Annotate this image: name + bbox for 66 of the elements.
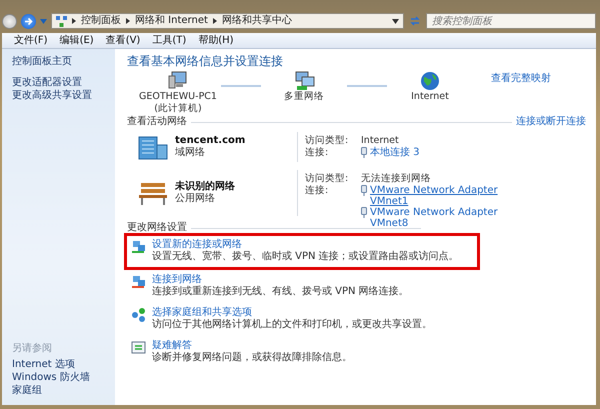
section-title: 更改网络设置 <box>127 222 187 234</box>
breadcrumb-item[interactable]: 网络和共享中心 <box>222 15 292 27</box>
node-label: 多重网络 <box>284 91 324 103</box>
breadcrumb-item[interactable]: 网络和 Internet <box>135 15 208 27</box>
task-description: 连接到或重新连接到无线、有线、拨号或 VPN 网络连接。 <box>152 286 409 298</box>
map-link[interactable]: 查看完整映射 <box>491 73 551 85</box>
menu-item[interactable]: 查看(V) <box>100 34 146 46</box>
adapter-icon <box>361 207 367 218</box>
sidebar-link[interactable]: 家庭组 <box>12 384 115 397</box>
field-value: 无法连接到网络 <box>361 173 432 185</box>
sidebar-link[interactable]: Internet 选项 <box>12 358 115 371</box>
field-label: 访问类型: <box>305 135 350 147</box>
node-label: Internet <box>411 91 449 103</box>
field-label: 连接: <box>305 185 330 198</box>
chevron-icon <box>126 18 130 24</box>
page-title: 查看基本网络信息并设置连接 <box>127 54 283 69</box>
forward-button[interactable] <box>21 14 36 28</box>
address-bar[interactable]: 控制面板 网络和 Internet 网络和共享中心 <box>51 13 404 29</box>
section-title: 查看活动网络 <box>127 116 187 128</box>
task-description: 设置无线、宽带、拨号、临时或 VPN 连接；或设置路由器或访问点。 <box>152 251 459 263</box>
network-nodes-icon <box>131 307 146 322</box>
building-icon <box>137 134 169 160</box>
field-value: Internet <box>361 135 400 146</box>
field-label: 连接: <box>305 147 330 159</box>
menu-item[interactable]: 文件(F) <box>8 34 54 46</box>
computer-icon <box>167 71 189 91</box>
network-icon <box>56 16 67 26</box>
sidebar-link[interactable]: 更改高级共享设置 <box>12 89 115 102</box>
network-type: 公用网络 <box>175 193 216 205</box>
menu-item[interactable]: 工具(T) <box>146 34 192 46</box>
section-title: 另请参阅 <box>12 343 53 355</box>
network-icon <box>131 239 146 254</box>
connect-link[interactable]: 连接或断开连接 <box>516 116 586 128</box>
connection-link[interactable]: VMware Network Adapter VMnet8 <box>370 207 520 229</box>
bench-icon <box>137 180 169 206</box>
task-link[interactable]: 连接到网络 <box>152 274 409 286</box>
task-link[interactable]: 疑难解答 <box>152 340 352 352</box>
arrow-icon <box>24 16 33 26</box>
adapter-icon <box>361 147 367 158</box>
network-name: tencent.com <box>175 135 246 146</box>
sidebar-link[interactable]: 更改适配器设置 <box>12 76 115 89</box>
menu-item[interactable]: 帮助(H) <box>192 34 240 46</box>
network-icon <box>131 274 146 289</box>
task-description: 诊断并修复网络问题，或获得故障排除信息。 <box>152 352 352 364</box>
task-link[interactable]: 选择家庭组和共享选项 <box>152 307 432 319</box>
search-field[interactable]: 搜索控制面板 <box>426 13 596 29</box>
connection-link[interactable]: VMware Network Adapter VMnet1 <box>370 185 520 207</box>
back-button[interactable] <box>2 14 17 28</box>
network-name: 未识别的网络 <box>175 181 235 193</box>
field-label: 访问类型: <box>305 173 350 185</box>
menu-item[interactable]: 编辑(E) <box>54 34 100 46</box>
chevron-icon <box>212 18 217 24</box>
adapter-icon <box>361 185 367 196</box>
globe-icon <box>419 71 441 91</box>
sidebar-link[interactable]: Windows 防火墙 <box>12 371 115 384</box>
node-label: GEOTHEWU-PC1 <box>139 91 217 103</box>
dropdown-icon[interactable] <box>392 18 399 24</box>
connection-link[interactable]: 本地连接 3 <box>370 147 520 158</box>
node-label: (此计算机) <box>154 103 202 115</box>
sidebar-link[interactable]: 控制面板主页 <box>12 55 115 68</box>
task-description: 访问位于其他网络计算机上的文件和打印机，或更改共享设置。 <box>152 319 432 331</box>
network-icon <box>293 71 315 91</box>
breadcrumb-item[interactable]: 控制面板 <box>81 15 121 27</box>
chevron-icon <box>72 18 76 24</box>
network-type: 域网络 <box>175 147 206 159</box>
task-link[interactable]: 设置新的连接或网络 <box>152 239 459 251</box>
